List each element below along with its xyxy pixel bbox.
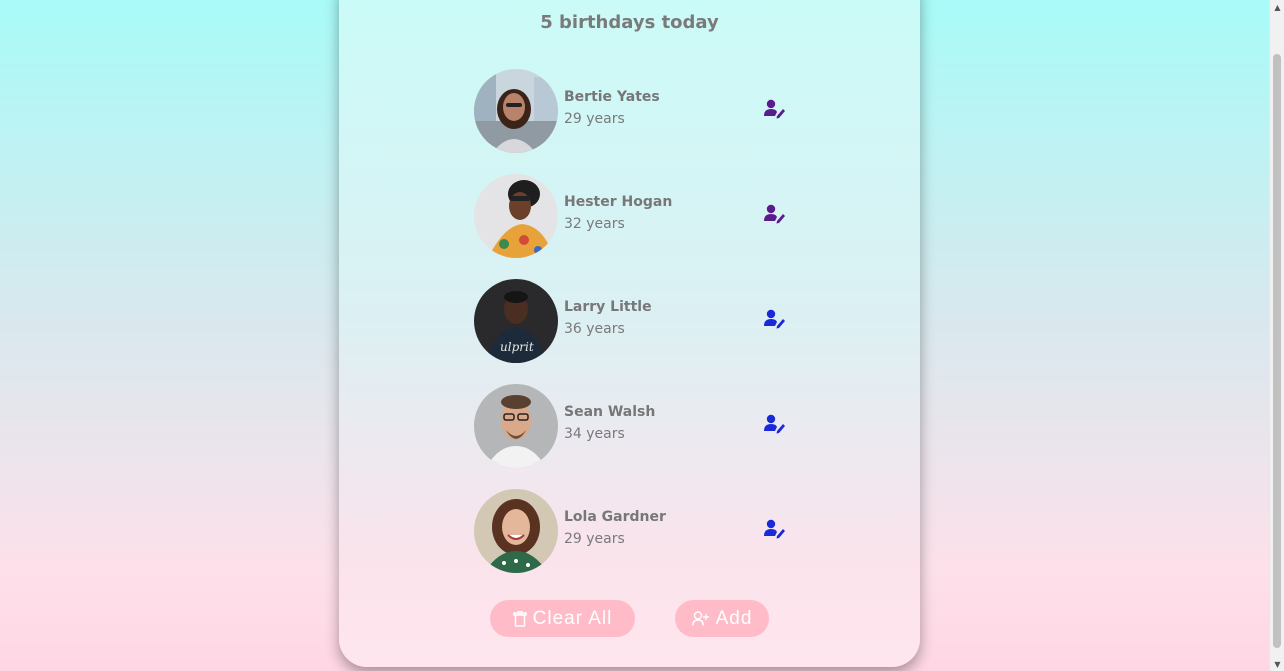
person-name: Bertie Yates [564,89,660,105]
edit-person-button[interactable] [764,99,786,119]
user-edit-icon [764,519,785,539]
person-age: 34 years [564,426,625,442]
edit-person-button[interactable] [764,309,786,329]
edit-person-button[interactable] [764,414,786,434]
person-age: 29 years [564,531,625,547]
avatar [474,384,558,468]
add-button[interactable]: Add [675,600,769,637]
clear-all-button[interactable]: Clear All [490,600,635,637]
person-age: 29 years [564,111,625,127]
birthday-card: 5 birthdays today Bertie Yates 29 years [339,0,920,667]
list-item: Sean Walsh 34 years [474,384,804,468]
user-edit-icon [764,99,785,119]
edit-person-button[interactable] [764,519,786,539]
user-edit-icon [764,414,785,434]
scroll-thumb[interactable] [1273,54,1281,648]
list-item: Lola Gardner 29 years [474,489,804,573]
avatar: ulprit [474,279,558,363]
person-age: 36 years [564,321,625,337]
list-item: Bertie Yates 29 years [474,69,804,153]
avatar [474,69,558,153]
user-plus-icon [691,610,710,627]
trash-icon [512,610,527,627]
scroll-down-arrow-icon[interactable]: ▼ [1270,657,1284,671]
user-edit-icon [764,309,785,329]
svg-text:ulprit: ulprit [500,340,534,354]
page-title: 5 birthdays today [540,12,719,33]
add-label: Add [715,607,753,629]
person-age: 32 years [564,216,625,232]
person-name: Sean Walsh [564,404,656,420]
person-name: Lola Gardner [564,509,666,525]
scroll-up-arrow-icon[interactable]: ▲ [1270,0,1284,14]
person-name: Larry Little [564,299,652,315]
clear-all-label: Clear All [532,607,613,629]
vertical-scrollbar[interactable]: ▲ ▼ [1269,0,1284,671]
avatar [474,174,558,258]
list-item: Hester Hogan 32 years [474,174,804,258]
edit-person-button[interactable] [764,204,786,224]
list-item: ulprit Larry Little 36 years [474,279,804,363]
person-name: Hester Hogan [564,194,673,210]
avatar [474,489,558,573]
user-edit-icon [764,204,785,224]
